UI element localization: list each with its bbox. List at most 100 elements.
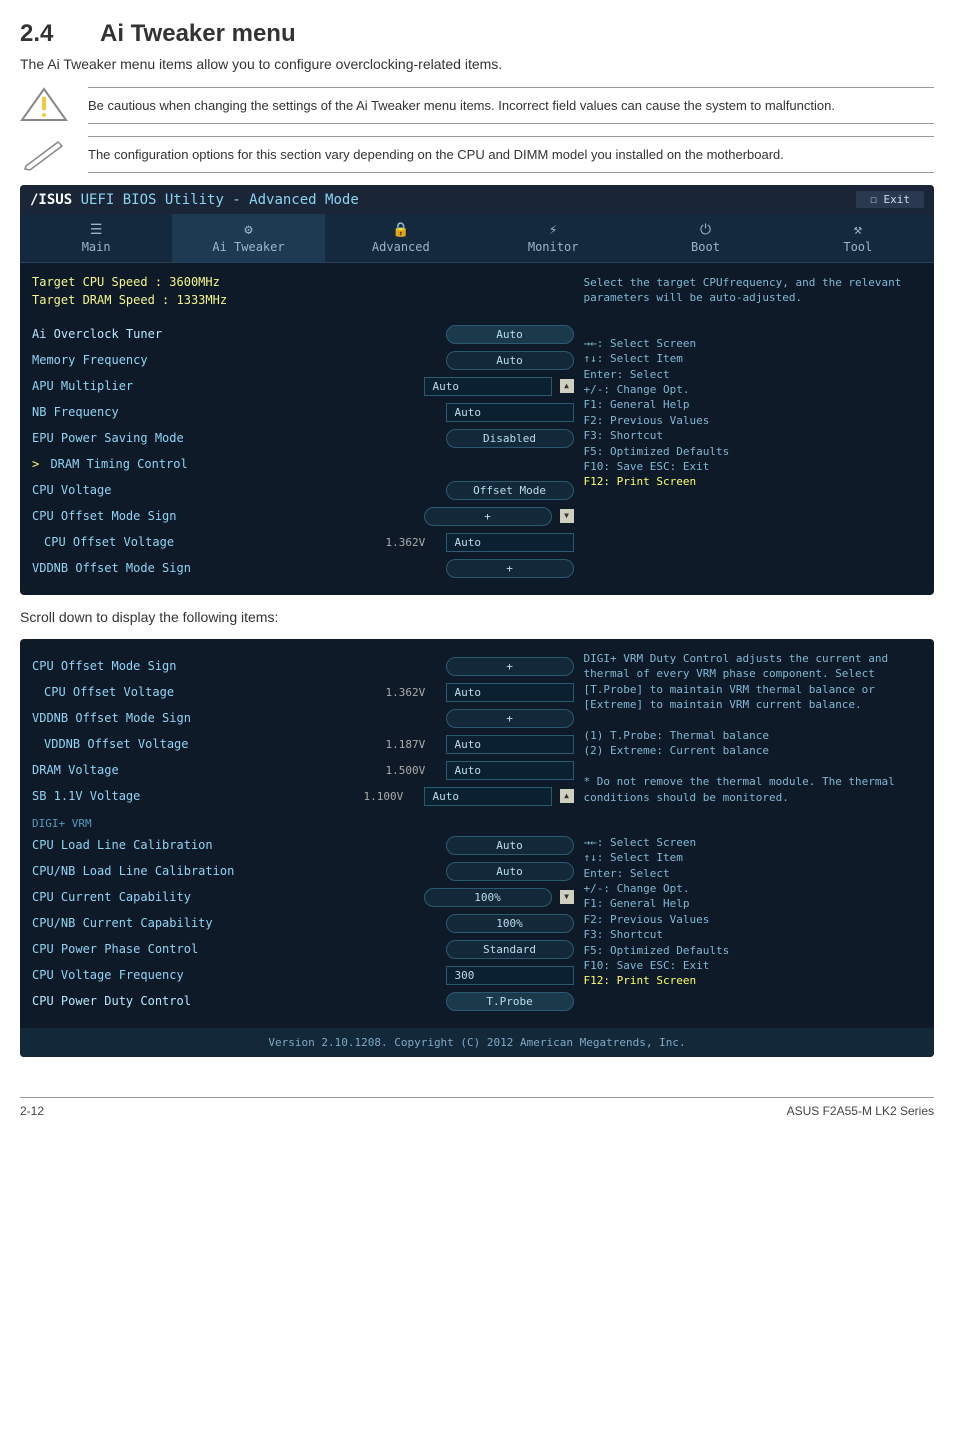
tab-advanced[interactable]: 🔒Advanced [325, 214, 477, 262]
product-name: ASUS F2A55-M LK2 Series [787, 1104, 934, 1118]
setting-row: NB Frequency Auto [32, 401, 574, 423]
target-info: Target DRAM Speed : 1333MHz [32, 293, 574, 307]
tab-icon: ⚙ [172, 222, 324, 238]
tab-icon: ☰ [20, 222, 172, 238]
setting-label: VDDNB Offset Mode Sign [32, 711, 386, 725]
setting-row: CPU Offset Voltage1.362VAuto [32, 681, 574, 703]
setting-row: EPU Power Saving Mode Disabled [32, 427, 574, 449]
setting-row: DRAM Voltage1.500VAuto [32, 759, 574, 781]
hotkey-list: →←: Select Screen↑↓: Select ItemEnter: S… [584, 336, 922, 490]
dropdown-value[interactable]: Auto [446, 325, 574, 344]
tab-tool[interactable]: ⚒Tool [782, 214, 934, 262]
pencil-icon [20, 136, 68, 171]
setting-row: CPU Offset Voltage1.362VAuto [32, 531, 574, 553]
setting-label: Memory Frequency [32, 353, 386, 367]
dropdown-value[interactable]: T.Probe [446, 992, 574, 1011]
page-number: 2-12 [20, 1104, 44, 1118]
scroll-down-icon[interactable]: ▼ [560, 509, 574, 523]
setting-row: VDDNB Offset Voltage1.187VAuto [32, 733, 574, 755]
setting-row: SB 1.1V Voltage1.100VAuto▲ [32, 785, 574, 807]
setting-label: CPU Power Duty Control [32, 994, 386, 1008]
tab-main[interactable]: ☰Main [20, 214, 172, 262]
setting-label: CPU/NB Load Line Calibration [32, 864, 386, 878]
input-value[interactable]: Auto [424, 787, 552, 806]
dropdown-value[interactable]: 100% [424, 888, 552, 907]
setting-label: > DRAM Timing Control [32, 457, 384, 471]
setting-label: SB 1.1V Voltage [32, 789, 364, 803]
setting-row: CPU Offset Mode Sign + [32, 655, 574, 677]
setting-row: CPU/NB Current Capability 100% [32, 912, 574, 934]
setting-label: CPU Power Phase Control [32, 942, 386, 956]
dropdown-value[interactable]: + [446, 709, 574, 728]
input-value[interactable]: Auto [446, 533, 574, 552]
scroll-down-icon[interactable]: ▼ [560, 890, 574, 904]
setting-label: CPU Offset Mode Sign [32, 659, 386, 673]
setting-label: APU Multiplier [32, 379, 364, 393]
setting-row: Ai Overclock Tuner Auto [32, 323, 574, 345]
setting-row: CPU Voltage Frequency 300 [32, 964, 574, 986]
dropdown-value[interactable]: + [424, 507, 552, 526]
bios-title: /ISUS UEFI BIOS Utility - Advanced Mode [30, 192, 359, 208]
warning-icon [20, 87, 68, 122]
tab-icon: 🔒 [325, 222, 477, 238]
setting-row: > DRAM Timing Control [32, 453, 574, 475]
setting-label: CPU Offset Voltage [32, 685, 386, 699]
tab-monitor[interactable]: ⚡Monitor [477, 214, 629, 262]
dropdown-value[interactable]: Disabled [446, 429, 574, 448]
dropdown-value[interactable]: Standard [446, 940, 574, 959]
scroll-hint: Scroll down to display the following ite… [20, 609, 934, 625]
setting-label: CPU Voltage Frequency [32, 968, 386, 982]
dropdown-value[interactable]: 100% [446, 914, 574, 933]
info-text: The configuration options for this secti… [88, 136, 934, 173]
dropdown-value[interactable]: + [446, 657, 574, 676]
intro-text: The Ai Tweaker menu items allow you to c… [20, 56, 934, 72]
tab-ai-tweaker[interactable]: ⚙Ai Tweaker [172, 214, 324, 262]
setting-label: Ai Overclock Tuner [32, 327, 386, 341]
scroll-up-icon[interactable]: ▲ [560, 379, 574, 393]
tab-icon: ⚡ [477, 222, 629, 238]
bios-version: Version 2.10.1208. Copyright (C) 2012 Am… [20, 1028, 934, 1057]
bios-panel-1: /ISUS UEFI BIOS Utility - Advanced Mode … [20, 185, 934, 595]
target-info: Target CPU Speed : 3600MHz [32, 275, 574, 289]
setting-label: CPU Load Line Calibration [32, 838, 386, 852]
setting-label: CPU/NB Current Capability [32, 916, 386, 930]
warning-text: Be cautious when changing the settings o… [88, 87, 934, 124]
setting-row: APU Multiplier Auto ▲ [32, 375, 574, 397]
setting-row: CPU Current Capability 100% ▼ [32, 886, 574, 908]
tab-icon: ⚒ [782, 222, 934, 238]
scroll-up-icon[interactable]: ▲ [560, 789, 574, 803]
setting-row: CPU Power Phase Control Standard [32, 938, 574, 960]
setting-label: CPU Current Capability [32, 890, 364, 904]
setting-label: VDDNB Offset Voltage [32, 737, 386, 751]
setting-row: CPU Load Line Calibration Auto [32, 834, 574, 856]
dropdown-value[interactable]: + [446, 559, 574, 578]
input-value[interactable]: Auto [424, 377, 552, 396]
dropdown-value[interactable]: Auto [446, 351, 574, 370]
setting-label: DRAM Voltage [32, 763, 386, 777]
hotkey-list: →←: Select Screen↑↓: Select ItemEnter: S… [584, 835, 922, 989]
setting-label: CPU Voltage [32, 483, 386, 497]
setting-label: VDDNB Offset Mode Sign [32, 561, 386, 575]
setting-row: Memory Frequency Auto [32, 349, 574, 371]
input-value[interactable]: Auto [446, 683, 574, 702]
setting-row: CPU/NB Load Line Calibration Auto [32, 860, 574, 882]
setting-label: EPU Power Saving Mode [32, 431, 386, 445]
exit-button[interactable]: ☐ Exit [856, 191, 924, 208]
input-value[interactable]: Auto [446, 735, 574, 754]
dropdown-value[interactable]: Auto [446, 836, 574, 855]
setting-row: VDDNB Offset Mode Sign + [32, 557, 574, 579]
setting-label: NB Frequency [32, 405, 386, 419]
help-text: DIGI+ VRM Duty Control adjusts the curre… [584, 651, 922, 805]
setting-row: CPU Voltage Offset Mode [32, 479, 574, 501]
setting-row: VDDNB Offset Mode Sign + [32, 707, 574, 729]
dropdown-value[interactable]: Auto [446, 862, 574, 881]
input-value[interactable]: Auto [446, 403, 574, 422]
section-heading: 2.4Ai Tweaker menu [20, 20, 934, 48]
tab-icon: ⏻ [629, 222, 781, 238]
input-value[interactable]: Auto [446, 761, 574, 780]
input-value[interactable]: 300 [446, 966, 574, 985]
dropdown-value[interactable]: Offset Mode [446, 481, 574, 500]
setting-row: CPU Offset Mode Sign+▼ [32, 505, 574, 527]
bios-panel-2: CPU Offset Mode Sign+CPU Offset Voltage1… [20, 639, 934, 1057]
tab-boot[interactable]: ⏻Boot [629, 214, 781, 262]
